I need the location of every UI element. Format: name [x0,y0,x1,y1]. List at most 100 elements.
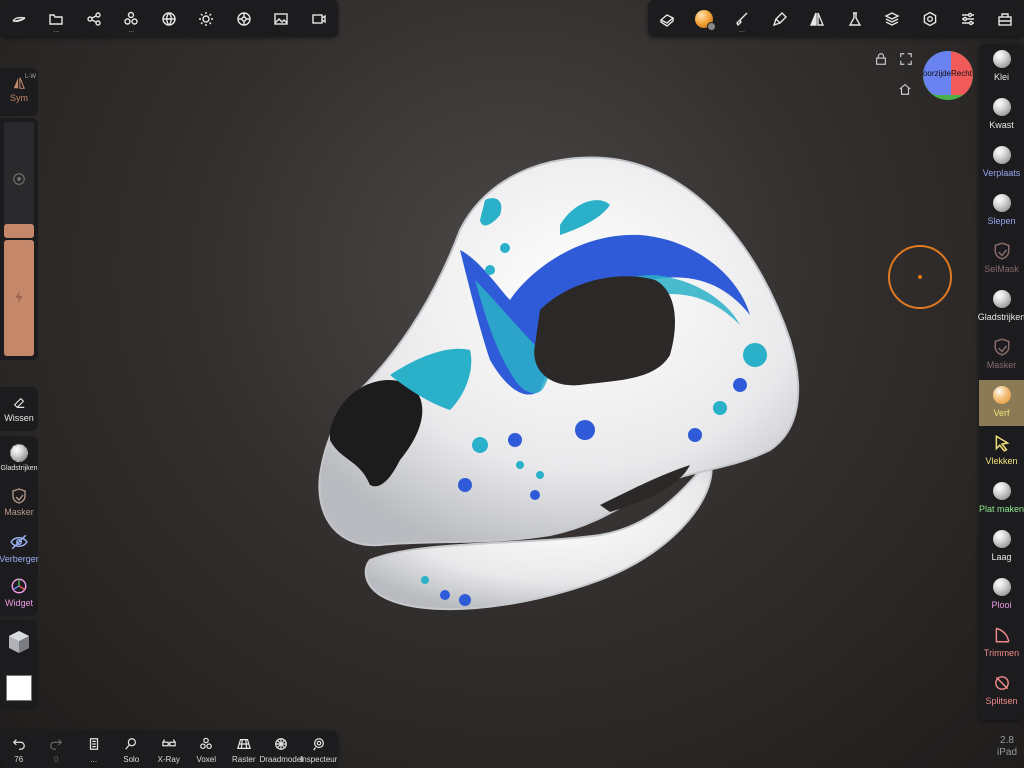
quick-hide-button[interactable]: Verberger [0,533,39,564]
quick-widget-button[interactable]: Widget [0,577,38,608]
files-button[interactable]: ... [38,0,76,37]
color-swatch[interactable] [6,675,32,701]
tool-label: Kwast [989,120,1014,130]
radius-slider[interactable] [4,122,34,238]
bottom-toolbar: 76 0 ... Solo X-Ray Voxel Raster Draadmo… [0,731,338,768]
verplaats-sphere-icon [992,146,1011,164]
tool-splitsen[interactable]: Splitsen [979,668,1024,714]
video-icon [312,13,326,24]
plat-maken-sphere-icon [992,482,1011,500]
mask-shield-icon [12,488,26,504]
vlekken-smudge-icon [993,434,1011,452]
raster-button[interactable]: Raster [225,731,263,768]
paint-eraser-button[interactable] [648,0,686,37]
material-ball-button[interactable] [686,0,724,37]
toolbox-icon [998,12,1012,26]
environment-button[interactable] [150,0,188,37]
brush-button[interactable]: ... [723,0,761,37]
tool-laag[interactable]: Laag [979,524,1024,570]
quick-tools-panel: Gladstrijken Masker Verberger Widget [0,436,39,616]
fullscreen-icon [900,53,912,65]
paint-tube-icon [772,11,787,26]
scene-button[interactable] [75,0,113,37]
eraser-panel: Wissen [0,387,38,431]
globe-icon [162,11,176,26]
tool-label: Slepen [987,216,1016,226]
tool-label: Verf [993,408,1010,418]
tool-slepen[interactable]: Slepen [979,188,1024,234]
material-button[interactable] [225,0,263,37]
brush-cursor [888,245,952,309]
redo-button[interactable]: 0 [38,731,76,768]
matcap-button[interactable] [5,628,33,656]
symmetry-panel: Sym L-W [0,68,38,116]
tool-masker[interactable]: Masker [979,332,1024,378]
wireframe-icon [275,738,288,750]
symmetry-icon [13,77,26,89]
sculpt-button[interactable] [0,0,38,37]
tool-label: Plooi [991,600,1012,610]
sculpt-tools-panel: Klei Kwast Verplaats Slepen SelMask Gladstrij… [977,44,1024,720]
inspector-button[interactable]: Inspecteur [300,731,338,768]
tool-trimmen[interactable]: Trimmen [979,620,1024,666]
flask-button[interactable] [836,0,874,37]
orientation-gizmo[interactable]: Voorzijde Rechts [923,51,973,100]
version-number: 2.8 [1000,735,1014,746]
history-button[interactable]: ... [75,731,113,768]
paint-tube-button[interactable] [761,0,799,37]
gizmo-right-face[interactable]: Rechts [951,51,973,95]
tool-selmask[interactable]: SelMask [979,236,1024,282]
settings-button[interactable] [911,0,949,37]
intensity-slider[interactable] [4,240,34,356]
lighting-button[interactable] [188,0,226,37]
tool-klei[interactable]: Klei [979,44,1024,90]
tool-verf[interactable]: Verf [979,380,1024,426]
undo-icon [12,739,25,750]
sliders-icon [961,12,974,25]
tool-plat-maken[interactable]: Plat maken [979,476,1024,522]
tool-vlekken[interactable]: Vlekken [979,428,1024,474]
laag-sphere-icon [992,530,1011,548]
sliders-button[interactable] [949,0,987,37]
eraser-button[interactable]: Wissen [0,396,38,423]
home-view-button[interactable] [898,82,914,98]
sculpt-icon [12,16,26,22]
quick-mask-button[interactable]: Masker [0,488,38,517]
fullscreen-button[interactable] [899,52,915,68]
undo-button[interactable]: 76 [0,731,38,768]
gear-badge-icon [707,22,717,31]
video-button[interactable] [300,0,338,37]
eraser-label: Wissen [4,413,34,423]
radius-slider-fill [4,224,34,238]
image-button[interactable] [263,0,301,37]
layers-button[interactable] [874,0,912,37]
xray-button[interactable]: X-Ray [150,731,188,768]
tool-verplaats[interactable]: Verplaats [979,140,1024,186]
wireframe-button[interactable]: Draadmodel [259,731,303,768]
tool-label: Trimmen [983,648,1020,658]
widget-gizmo-icon [11,578,27,594]
symmetry-button[interactable]: Sym [0,76,38,103]
tool-plooi[interactable]: Plooi [979,572,1024,618]
voxel-button[interactable]: Voxel [188,731,226,768]
tool-label: Gladstrijken [977,312,1024,322]
quick-smooth-button[interactable]: Gladstrijken [0,444,38,472]
symmetry-corner-label: L-W [25,74,36,80]
tool-label: SelMask [984,264,1019,274]
home-icon [899,83,911,95]
device-name: iPad [996,747,1017,758]
tool-kwast[interactable]: Kwast [979,92,1024,138]
symmetry-button[interactable] [798,0,836,37]
gizmo-front-face[interactable]: Voorzijde [923,51,951,95]
tool-gladstrijken[interactable]: Gladstrijken [977,284,1024,330]
image-icon [274,12,288,25]
lightning-icon [15,290,23,304]
solo-button[interactable]: Solo [113,731,151,768]
shapes-button[interactable]: ... [113,0,151,37]
toolbox-button[interactable] [986,0,1024,37]
history-icon [89,738,98,750]
voxel-label: Voxel [196,755,217,764]
lock-view-button[interactable] [874,52,890,68]
glasses-icon [162,739,176,747]
symmetry-label: Sym [10,93,28,103]
